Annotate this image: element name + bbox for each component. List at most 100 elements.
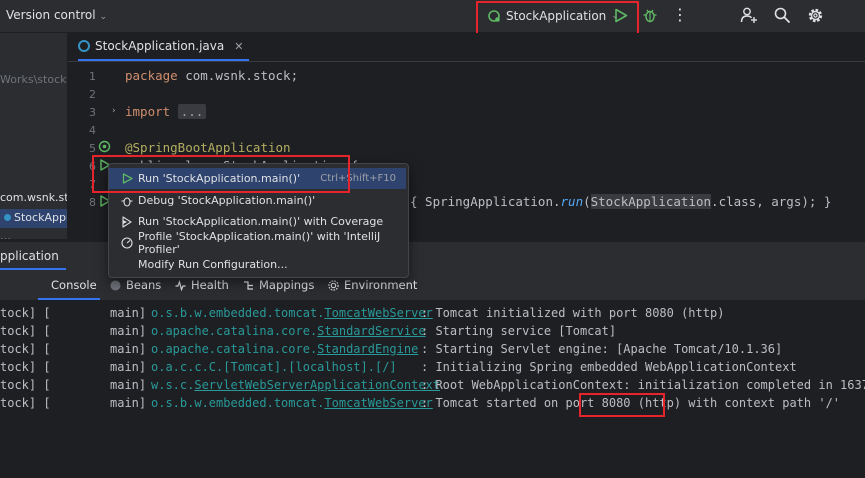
debug-icon[interactable] [642,7,658,23]
menu-item-label: Modify Run Configuration... [138,258,288,271]
tab-console[interactable]: Console [51,278,97,292]
tab-mappings[interactable]: Mappings [243,278,314,292]
log-main: main] [110,360,147,374]
code-line: package com.wsnk.stock; [125,68,299,83]
project-panel: Works\stock com.wsnk.stock StockApplic … [0,33,68,239]
line-number: 1 [89,70,96,83]
project-package-item[interactable]: com.wsnk.stock [0,191,67,204]
run-gutter-popup-menu: Run 'StockApplication.main()' Ctrl+Shift… [108,163,409,278]
log-main: main] [110,324,147,338]
spring-boot-icon [488,10,500,22]
menu-item-profile[interactable]: Profile 'StockApplication.main()' with '… [109,230,406,256]
log-logger[interactable]: o.apache.catalina.core.StandardEngine [151,342,418,356]
logger-prefix: o.a.c.c.C.[Tomcat].[localhost].[/] [151,360,397,374]
logger-prefix: o.s.b.w.embedded.tomcat. [151,306,325,320]
chevron-down-icon: ⌄ [99,12,108,22]
log-logger[interactable]: o.apache.catalina.core.StandardService [151,324,426,338]
line-number: 3 [89,106,96,119]
menu-item-label: Debug 'StockApplication.main()' [138,194,316,207]
line-number: 4 [89,124,96,137]
log-thread: tock] [ [0,378,51,392]
java-class-icon [78,40,90,52]
run-icon [121,173,133,185]
logger-class-link[interactable]: TomcatWebServer [324,306,432,320]
log-thread: tock] [ [0,360,51,374]
more-options-icon[interactable]: ⋮ [672,5,688,24]
menu-item-debug[interactable]: Debug 'StockApplication.main()' [109,190,406,211]
environment-icon [328,279,339,291]
highlighted-identifier: StockApplication [590,194,712,209]
log-message: : Tomcat started on port 8080 (http) wit… [421,396,841,410]
run-configuration-selector[interactable]: StockApplication ⌄ [487,6,619,26]
fold-chevron-icon[interactable]: › [112,106,116,116]
log-message: : Root WebApplicationContext: initializa… [421,378,865,392]
log-row: tock] [ main] o.s.b.w.embedded.tomcat.To… [0,304,865,322]
log-main: main] [110,306,147,320]
log-main: main] [110,396,147,410]
project-class-label: StockApplic [14,211,67,224]
code-segment: ( [583,194,591,209]
run-icon[interactable] [614,8,628,23]
tab-label: Beans [126,278,162,292]
log-main: main] [110,378,147,392]
log-logger[interactable]: o.s.b.w.embedded.tomcat.TomcatWebServer [151,396,433,410]
run-configuration-label: StockApplication [506,9,607,23]
spring-bean-icon[interactable] [98,140,111,153]
logger-prefix: o.apache.catalina.core. [151,324,318,338]
search-icon[interactable] [773,6,791,24]
log-thread: tock] [ [0,324,51,338]
menu-item-label: Run 'StockApplication.main()' [138,172,301,185]
project-class-item[interactable]: StockApplic [4,211,67,224]
log-message: : Starting Servlet engine: [Apache Tomca… [421,342,783,356]
close-icon[interactable]: ✕ [234,40,243,53]
code-line: { SpringApplication.run(StockApplication… [410,194,831,209]
project-path: Works\stock [0,73,67,86]
folded-imports[interactable]: ... [177,104,207,119]
logger-prefix: o.s.b.w.embedded.tomcat. [151,396,325,410]
log-logger[interactable]: o.s.b.w.embedded.tomcat.TomcatWebServer [151,306,433,320]
logger-class-link[interactable]: StandardEngine [317,342,418,356]
tab-stockapplication-java[interactable]: StockApplication.java ✕ [78,33,250,61]
console-output[interactable]: tock] [ main] o.s.b.w.embedded.tomcat.To… [0,300,865,419]
line-number: 2 [89,88,96,101]
tab-health[interactable]: Health [175,278,229,292]
code-line: import ... [125,104,207,119]
logger-class-link[interactable]: StandardService [317,324,425,338]
menu-item-modify-run-configuration[interactable]: Modify Run Configuration... [109,254,406,275]
log-logger[interactable]: o.a.c.c.C.[Tomcat].[localhost].[/] [151,360,397,374]
profiler-icon [121,236,133,249]
log-message: : Tomcat initialized with port 8080 (htt… [421,306,725,320]
log-thread: tock] [ [0,342,51,356]
log-row: tock] [ main] o.a.c.c.C.[Tomcat].[localh… [0,358,865,376]
tab-environment[interactable]: Environment [328,278,417,292]
keyword: package [125,68,178,83]
logger-class-link[interactable]: TomcatWebServer [324,396,432,410]
logger-prefix: o.apache.catalina.core. [151,342,318,356]
menu-item-shortcut: Ctrl+Shift+F10 [320,173,396,184]
method-call: run [560,194,584,209]
tab-label: Health [191,278,229,292]
tab-beans[interactable]: Beans [110,278,161,292]
tab-label: Mappings [259,278,315,292]
class-icon [4,214,11,221]
add-user-icon[interactable] [740,6,758,24]
main-toolbar: Version control ⌄ StockApplication ⌄ ⋮ [0,0,865,33]
log-logger[interactable]: w.s.c.ServletWebServerApplicationContext [151,378,440,392]
tab-label: Environment [344,278,418,292]
tab-label: Console [51,278,97,292]
line-number: 7 [89,178,96,191]
line-number: 5 [89,142,96,155]
log-thread: tock] [ [0,306,51,320]
coverage-icon [121,215,133,228]
menu-item-run[interactable]: Run 'StockApplication.main()' Ctrl+Shift… [109,168,406,189]
mappings-icon [244,280,253,290]
log-message: : Initializing Spring embedded WebApplic… [421,360,797,374]
logger-class-link[interactable]: ServletWebServerApplicationContext [194,378,440,392]
run-window-title[interactable]: pplication [0,249,59,263]
line-number: 6 [89,160,96,173]
project-more-items: … [0,230,11,239]
logger-prefix: w.s.c. [151,378,195,392]
gear-icon[interactable] [806,6,825,25]
version-control-menu[interactable]: Version control ⌄ [6,8,107,22]
tab-label: StockApplication.java [95,39,225,53]
